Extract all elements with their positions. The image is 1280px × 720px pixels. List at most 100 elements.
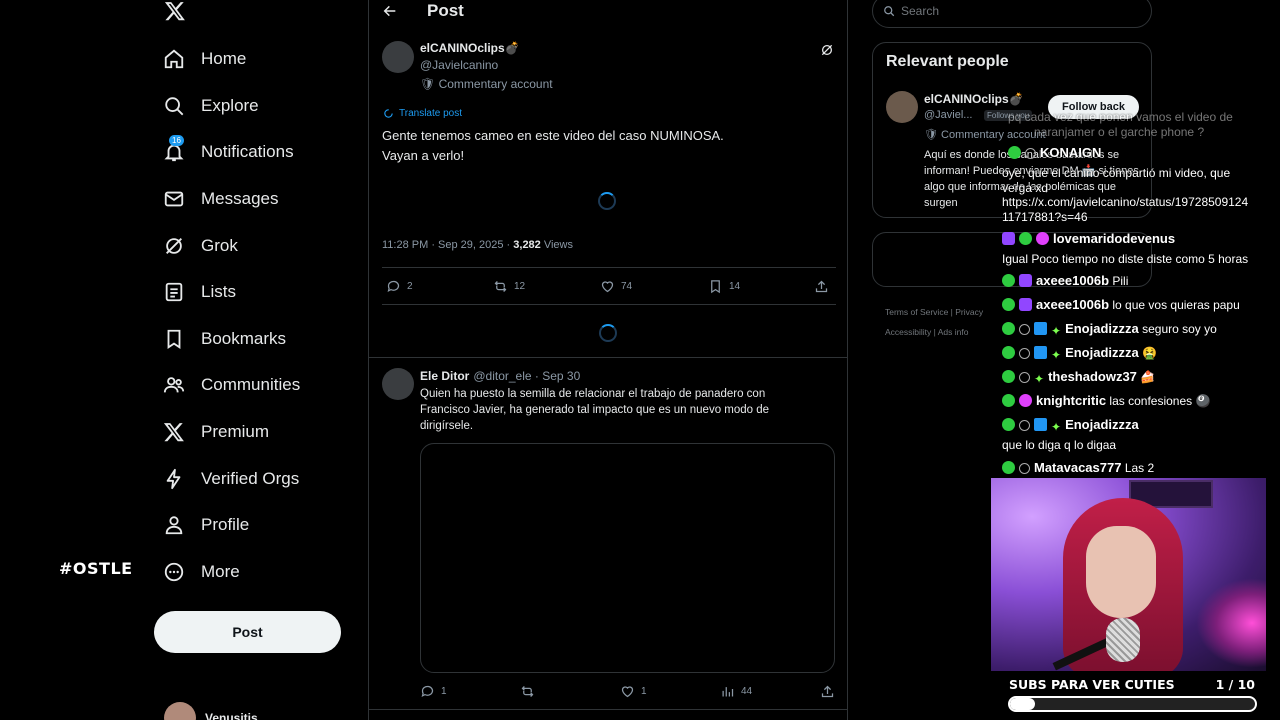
mail-icon <box>163 188 185 210</box>
moderator-badge-icon <box>1002 346 1015 359</box>
card-title: Relevant people <box>886 53 1009 70</box>
nav-item-grok[interactable]: Grok <box>155 222 355 269</box>
repost-icon <box>494 280 507 292</box>
chat-username: Enojadizzza <box>1065 417 1139 432</box>
author-name[interactable]: Ele Ditor <box>420 369 469 383</box>
footer-link-row[interactable]: Accessibility | Ads info <box>885 322 1005 342</box>
share-button[interactable] <box>814 279 835 294</box>
primary-nav: Home Explore 16 Notifications Messages G… <box>155 36 355 595</box>
nav-item-verified-orgs[interactable]: Verified Orgs <box>155 455 355 502</box>
nav-item-lists[interactable]: Lists <box>155 269 355 316</box>
nav-label: Communities <box>201 375 301 395</box>
reply-button[interactable]: 1 <box>420 684 447 699</box>
sparkle-badge-icon: ✦ <box>1034 372 1045 386</box>
account-switcher[interactable]: Venusitis <box>164 702 258 720</box>
nav-item-home[interactable]: Home <box>155 36 355 83</box>
chat-username: Matavacas777 <box>1034 460 1122 475</box>
nav-item-profile[interactable]: Profile <box>155 502 355 549</box>
avatar[interactable] <box>382 41 414 73</box>
author-handle-date[interactable]: @ditor_ele · Sep 30 <box>473 369 580 383</box>
post-text: Gente tenemos cameo en este video del ca… <box>382 126 832 166</box>
share-button[interactable] <box>820 684 841 699</box>
webcam-feed <box>991 478 1266 671</box>
heart-icon <box>621 685 634 697</box>
sparkle-badge-icon: ✦ <box>1051 348 1062 362</box>
x-logo-icon[interactable] <box>164 0 186 22</box>
nav-label: Premium <box>201 422 270 442</box>
share-icon <box>821 685 834 697</box>
grok-icon <box>163 235 185 257</box>
user-badge-icon <box>1025 148 1036 159</box>
heart-badge-icon <box>1036 232 1049 245</box>
chat-message: naranjamer o el garche phone ? <box>1034 125 1205 139</box>
like-button[interactable]: 74 <box>600 279 632 294</box>
reply-count: 2 <box>407 280 413 292</box>
user-badge-icon <box>1019 274 1032 287</box>
moderator-badge-icon <box>1008 146 1021 159</box>
user-icon <box>163 514 185 536</box>
nav-item-notifications[interactable]: 16 Notifications <box>155 129 355 176</box>
user-badge-icon <box>1019 394 1032 407</box>
communities-icon <box>163 374 185 396</box>
reply-media-video[interactable] <box>420 443 835 673</box>
repost-button[interactable] <box>520 684 541 699</box>
views-count: 3,282 <box>513 239 541 251</box>
post-text-line: Gente tenemos cameo en este video del ca… <box>382 128 724 143</box>
chat-message-text: https://x.com/javielcanino/status/197285… <box>1002 195 1249 209</box>
nav-label: Profile <box>201 515 250 535</box>
chat-username: axeee1006b <box>1036 297 1110 312</box>
chat-message: ✦ Enojadizzza <box>1002 417 1139 434</box>
chat-message: axeee1006b Pili <box>1002 273 1128 288</box>
moderator-badge-icon <box>1002 394 1015 407</box>
chat-username: knightcritic <box>1036 393 1107 408</box>
person-name[interactable]: elCANINOclips💣 <box>924 92 1024 106</box>
repost-button[interactable]: 12 <box>493 279 525 294</box>
chat-message: ✦ Enojadizzza seguro soy yo <box>1002 321 1217 338</box>
reply-icon <box>421 685 434 697</box>
footer-link-row[interactable]: Terms of Service | Privacy <box>885 302 1005 322</box>
nav-item-more[interactable]: More <box>155 549 355 596</box>
nav-label: Home <box>201 49 247 69</box>
lightning-icon <box>163 468 185 490</box>
nav-item-messages[interactable]: Messages <box>155 176 355 223</box>
nav-label: Verified Orgs <box>201 468 300 488</box>
reply-button[interactable]: 2 <box>386 279 413 294</box>
search-icon <box>884 6 895 17</box>
translate-label: Translate post <box>399 108 462 119</box>
nav-label: Explore <box>201 95 259 115</box>
views-count: 44 <box>741 685 753 697</box>
avatar[interactable] <box>886 91 918 123</box>
author-name[interactable]: elCANINOclips💣 <box>420 41 520 55</box>
translate-post-link[interactable]: Translate post <box>383 108 462 119</box>
moderator-badge-icon <box>1019 232 1032 245</box>
bookmark-button[interactable]: 14 <box>708 279 740 294</box>
search-input[interactable] <box>901 4 1121 18</box>
nav-label: Notifications <box>201 142 294 162</box>
search-box[interactable] <box>872 0 1152 28</box>
bookmark-count: 14 <box>729 280 741 292</box>
nav-label: More <box>201 561 240 581</box>
nav-item-bookmarks[interactable]: Bookmarks <box>155 316 355 363</box>
user-badge-icon <box>1019 420 1030 431</box>
divider <box>369 709 847 710</box>
chat-message: knightcritic las confesiones 🎱 <box>1002 393 1210 408</box>
back-arrow-icon[interactable] <box>382 3 398 19</box>
nav-label: Messages <box>201 189 279 209</box>
post-timestamp[interactable]: 11:28 PM · Sep 29, 2025 · <box>382 239 513 251</box>
author-handle[interactable]: @Javielcanino <box>420 58 498 72</box>
compose-post-button[interactable]: Post <box>154 611 341 653</box>
chat-username: Enojadizzza <box>1065 321 1139 336</box>
person-handle[interactable]: @Javiel... <box>924 109 972 121</box>
avatar[interactable] <box>382 368 414 400</box>
views-button[interactable]: 44 <box>720 684 752 699</box>
avatar <box>164 702 196 720</box>
nav-item-explore[interactable]: Explore <box>155 83 355 130</box>
nav-item-premium[interactable]: Premium <box>155 409 355 456</box>
grok-icon[interactable] <box>820 43 834 57</box>
chat-username: axeee1006b <box>1036 273 1110 288</box>
nav-item-communities[interactable]: Communities <box>155 362 355 409</box>
like-button[interactable]: 1 <box>620 684 647 699</box>
sub-goal-count: 1 / 10 <box>1215 677 1255 692</box>
chat-message: KONAIGN <box>1008 145 1101 160</box>
reply-icon <box>387 280 400 292</box>
